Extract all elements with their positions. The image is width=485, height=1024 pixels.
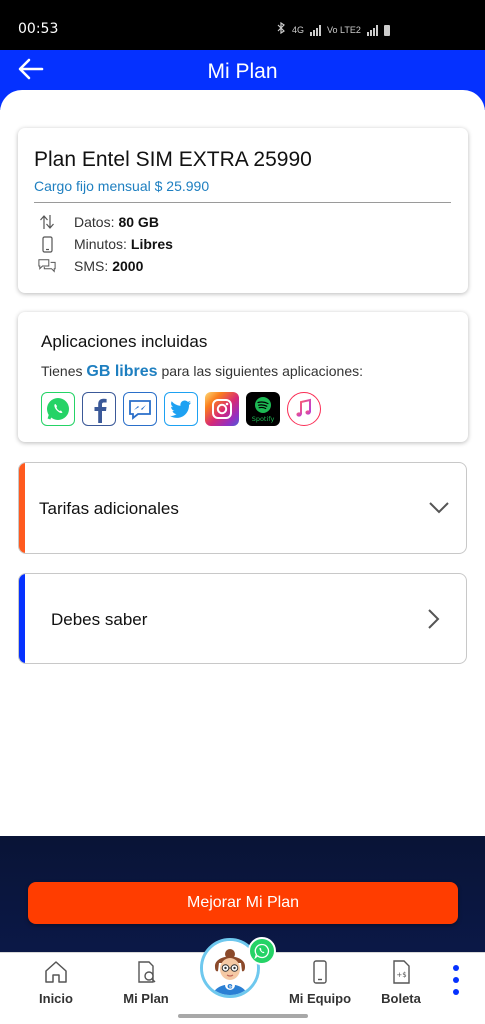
home-indicator — [178, 1014, 308, 1018]
signal-2-icon — [366, 24, 378, 36]
tab-mi-plan[interactable]: Mi Plan — [118, 953, 174, 1009]
signal-icon — [310, 24, 322, 36]
plan-document-icon — [133, 959, 159, 985]
accordion-tarifas-adicionales[interactable]: Tarifas adicionales — [18, 462, 467, 554]
battery-icon — [383, 24, 390, 36]
data-arrows-icon — [38, 213, 56, 231]
home-icon — [43, 959, 69, 985]
feature-sms: SMS: 2000 — [38, 256, 143, 276]
feature-label: Datos: — [74, 214, 115, 230]
apps-title: Aplicaciones incluidas — [41, 332, 208, 351]
more-menu-icon[interactable] — [446, 965, 466, 995]
tab-inicio[interactable]: Inicio — [34, 953, 78, 1009]
status-time: 00:53 — [18, 21, 59, 37]
feature-value: Libres — [130, 236, 173, 252]
plan-name: Plan Entel SIM EXTRA 25990 — [34, 148, 312, 171]
svg-text:+$: +$ — [396, 971, 406, 979]
phone-icon — [38, 235, 56, 253]
tab-label: Mi Equipo — [288, 991, 352, 1006]
apps-card: Aplicaciones incluidas Tienes GB libres … — [18, 312, 468, 442]
whatsapp-chat-icon[interactable] — [248, 937, 276, 965]
accordion-debes-saber[interactable]: Debes saber — [18, 573, 467, 664]
tab-label: Mi Plan — [123, 991, 169, 1006]
facebook-icon — [82, 392, 116, 426]
apps-text-after: para las siguientes aplicaciones: — [161, 363, 364, 379]
bill-icon: +$ — [388, 959, 414, 985]
feature-minutes: Minutos: Libres — [38, 234, 173, 254]
feature-data: Datos: 80 GB — [38, 212, 159, 232]
status-bar: 00:53 4G Vo LTE2 — [0, 0, 485, 50]
accordion-label: Tarifas adicionales — [39, 499, 179, 518]
tab-boleta[interactable]: +$ Boleta — [376, 953, 426, 1009]
spotify-wordmark: Spotify — [252, 415, 275, 423]
network-volte-label: Vo LTE2 — [327, 25, 361, 35]
apps-description: Tienes GB libres para las siguientes apl… — [41, 363, 363, 381]
divider — [34, 202, 451, 203]
chevron-down-icon[interactable] — [427, 496, 451, 520]
bluetooth-icon — [276, 21, 286, 39]
feature-value: 2000 — [112, 258, 144, 274]
feature-label: SMS: — [74, 258, 109, 274]
app-icons: Spotify — [41, 392, 328, 426]
main-content: Plan Entel SIM EXTRA 25990 Cargo fijo me… — [0, 90, 485, 836]
upgrade-plan-button[interactable]: Mejorar Mi Plan — [28, 882, 458, 924]
plan-price: Cargo fijo mensual $ 25.990 — [34, 178, 210, 194]
smartphone-icon — [307, 959, 333, 985]
feature-label: Minutos: — [74, 236, 127, 252]
tab-label: Boleta — [381, 991, 421, 1006]
apple-music-icon — [287, 392, 321, 426]
tab-mi-equipo[interactable]: Mi Equipo — [286, 953, 354, 1009]
whatsapp-icon — [41, 392, 75, 426]
messenger-icon — [123, 392, 157, 426]
sms-chat-icon — [38, 257, 56, 275]
page-title: Mi Plan — [207, 60, 278, 83]
chevron-right-icon[interactable] — [421, 607, 445, 631]
tab-label: Inicio — [39, 991, 73, 1006]
status-icons: 4G Vo LTE2 — [276, 21, 390, 39]
plan-card: Plan Entel SIM EXTRA 25990 Cargo fijo me… — [18, 128, 468, 293]
spotify-icon: Spotify — [246, 392, 280, 426]
apps-text-before: Tienes — [41, 363, 83, 379]
twitter-icon — [164, 392, 198, 426]
apps-highlight: GB libres — [86, 363, 158, 380]
feature-value: 80 GB — [118, 214, 159, 230]
svg-text:e: e — [227, 982, 233, 991]
instagram-icon — [205, 392, 239, 426]
accordion-stripe — [19, 463, 25, 553]
accordion-label: Debes saber — [51, 610, 148, 629]
accordion-stripe — [19, 574, 25, 663]
network-4g-label: 4G — [292, 25, 305, 35]
